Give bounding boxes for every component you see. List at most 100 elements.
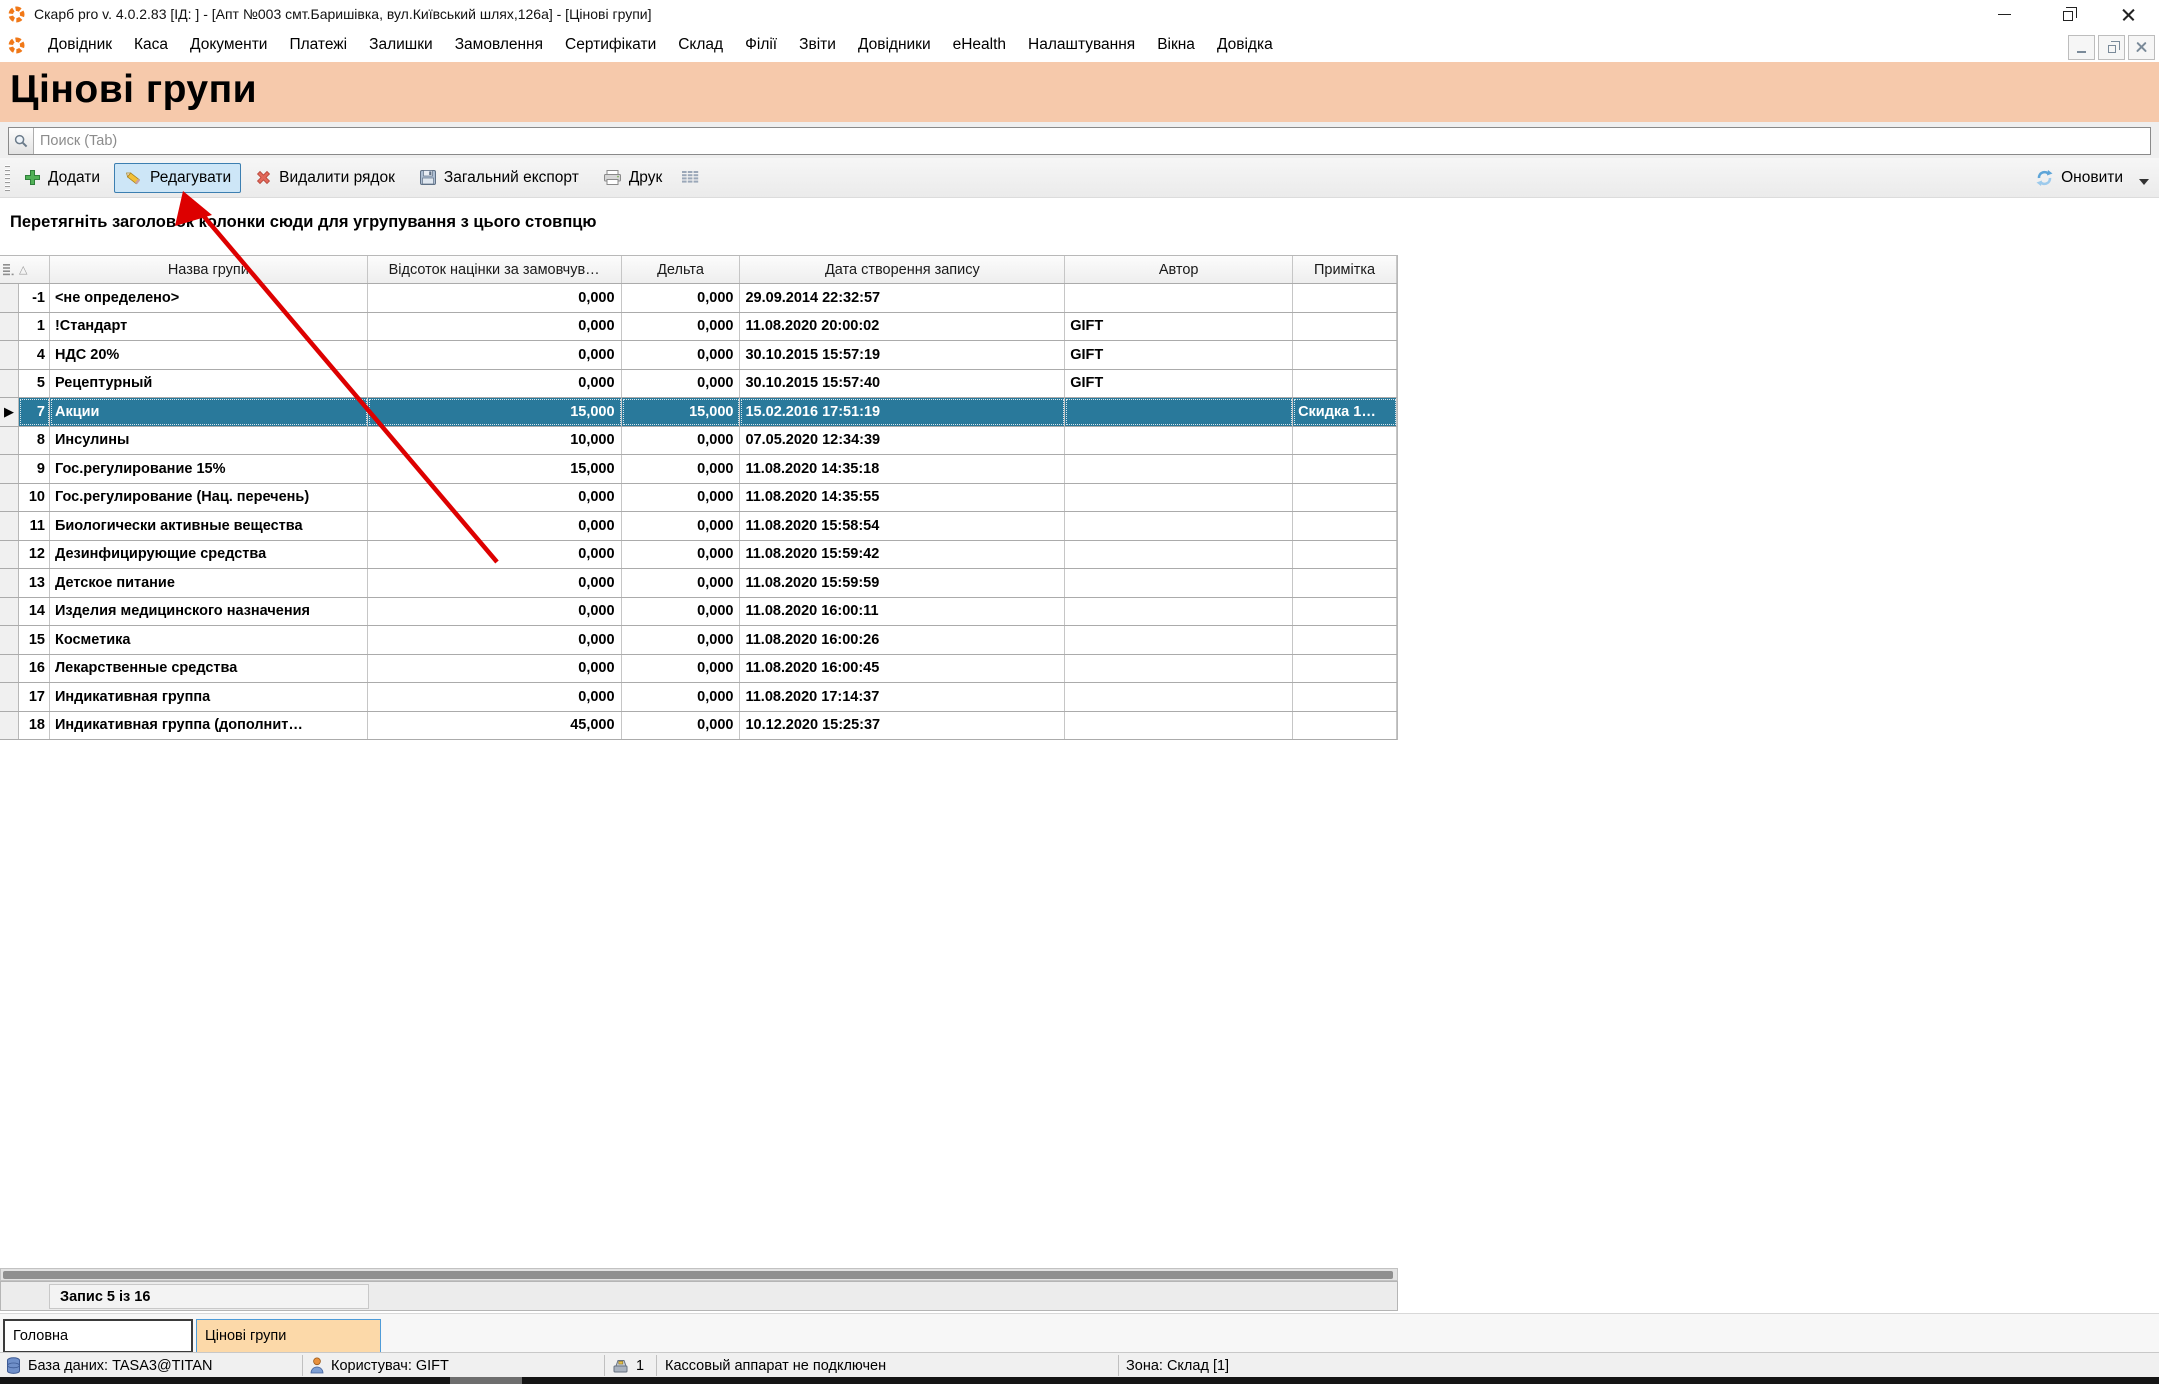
cell-note[interactable] <box>1293 512 1397 540</box>
cell-note[interactable] <box>1293 541 1397 569</box>
close-button[interactable] <box>2097 0 2159 28</box>
menu-item-3[interactable]: Документи <box>179 30 278 60</box>
cell-note[interactable] <box>1293 484 1397 512</box>
cell-id[interactable]: 18 <box>19 712 50 740</box>
toolbar-grip[interactable] <box>5 165 10 191</box>
cell-author[interactable] <box>1065 455 1293 483</box>
cell-delta[interactable]: 0,000 <box>622 598 741 626</box>
cell-id[interactable]: 12 <box>19 541 50 569</box>
column-header-markup[interactable]: Відсоток націнки за замовчув… <box>368 256 622 283</box>
refresh-dropdown-caret[interactable] <box>2139 179 2149 185</box>
column-header-note[interactable]: Примітка <box>1293 256 1397 283</box>
cell-markup[interactable]: 0,000 <box>368 484 622 512</box>
cell-id[interactable]: 9 <box>19 455 50 483</box>
mdi-restore-button[interactable] <box>2098 35 2125 60</box>
table-row[interactable]: 12Дезинфицирующие средства0,0000,00011.0… <box>0 541 1397 570</box>
cell-author[interactable] <box>1065 284 1293 312</box>
table-row[interactable]: 5Рецептурный0,0000,00030.10.2015 15:57:4… <box>0 370 1397 399</box>
cell-created[interactable]: 30.10.2015 15:57:19 <box>740 341 1065 369</box>
cell-name[interactable]: Дезинфицирующие средства <box>50 541 368 569</box>
cell-author[interactable] <box>1065 398 1293 426</box>
cell-created[interactable]: 30.10.2015 15:57:40 <box>740 370 1065 398</box>
table-row[interactable]: 9Гос.регулирование 15%15,0000,00011.08.2… <box>0 455 1397 484</box>
search-input[interactable]: Поиск (Tab) <box>8 127 2151 155</box>
cell-created[interactable]: 29.09.2014 22:32:57 <box>740 284 1065 312</box>
add-button[interactable]: Додати <box>14 163 110 193</box>
cell-note[interactable] <box>1293 455 1397 483</box>
table-row[interactable]: 17Индикативная группа0,0000,00011.08.202… <box>0 683 1397 712</box>
cell-created[interactable]: 11.08.2020 20:00:02 <box>740 313 1065 341</box>
menu-item-7[interactable]: Сертифікати <box>554 30 667 60</box>
cell-name[interactable]: Инсулины <box>50 427 368 455</box>
menu-item-5[interactable]: Залишки <box>358 30 444 60</box>
cell-author[interactable] <box>1065 598 1293 626</box>
cell-delta[interactable]: 0,000 <box>622 341 741 369</box>
cell-delta[interactable]: 0,000 <box>622 569 741 597</box>
print-button[interactable]: Друк <box>593 163 672 193</box>
table-row[interactable]: 16Лекарственные средства0,0000,00011.08.… <box>0 655 1397 684</box>
cell-delta[interactable]: 0,000 <box>622 484 741 512</box>
table-row[interactable]: 15Косметика0,0000,00011.08.2020 16:00:26 <box>0 626 1397 655</box>
cell-name[interactable]: <не определено> <box>50 284 368 312</box>
cell-id[interactable]: 7 <box>19 398 50 426</box>
table-row[interactable]: 4НДС 20%0,0000,00030.10.2015 15:57:19GIF… <box>0 341 1397 370</box>
cell-name[interactable]: Акции <box>50 398 368 426</box>
menu-item-12[interactable]: eHealth <box>942 30 1017 60</box>
cell-author[interactable] <box>1065 541 1293 569</box>
cell-id[interactable]: 10 <box>19 484 50 512</box>
column-header-author[interactable]: Автор <box>1065 256 1293 283</box>
cell-id[interactable]: 4 <box>19 341 50 369</box>
menu-item-2[interactable]: Каса <box>123 30 179 60</box>
cell-id[interactable]: 17 <box>19 683 50 711</box>
cell-id[interactable]: 8 <box>19 427 50 455</box>
menu-item-13[interactable]: Налаштування <box>1017 30 1146 60</box>
scrollbar-thumb[interactable] <box>3 1271 1393 1279</box>
cell-markup[interactable]: 0,000 <box>368 284 622 312</box>
cell-created[interactable]: 11.08.2020 16:00:26 <box>740 626 1065 654</box>
table-row[interactable]: 14Изделия медицинского назначения0,0000,… <box>0 598 1397 627</box>
menu-item-6[interactable]: Замовлення <box>444 30 554 60</box>
table-row[interactable]: -1<не определено>0,0000,00029.09.2014 22… <box>0 284 1397 313</box>
table-row[interactable]: 1!Стандарт0,0000,00011.08.2020 20:00:02G… <box>0 313 1397 342</box>
menu-item-8[interactable]: Склад <box>667 30 734 60</box>
cell-note[interactable] <box>1293 313 1397 341</box>
cell-created[interactable]: 11.08.2020 16:00:45 <box>740 655 1065 683</box>
cell-markup[interactable]: 0,000 <box>368 313 622 341</box>
cell-author[interactable] <box>1065 712 1293 740</box>
cell-id[interactable]: 13 <box>19 569 50 597</box>
menu-item-15[interactable]: Довідка <box>1206 30 1284 60</box>
cell-markup[interactable]: 15,000 <box>368 398 622 426</box>
cell-name[interactable]: Индикативная группа (дополнит… <box>50 712 368 740</box>
table-row[interactable]: ▶7Акции15,00015,00015.02.2016 17:51:19Ск… <box>0 398 1397 427</box>
menu-item-14[interactable]: Вікна <box>1146 30 1206 60</box>
cell-markup[interactable]: 0,000 <box>368 541 622 569</box>
table-row[interactable]: 10Гос.регулирование (Нац. перечень)0,000… <box>0 484 1397 513</box>
cell-created[interactable]: 11.08.2020 14:35:18 <box>740 455 1065 483</box>
cell-name[interactable]: Биологически активные вещества <box>50 512 368 540</box>
cell-delta[interactable]: 0,000 <box>622 427 741 455</box>
cell-created[interactable]: 10.12.2020 15:25:37 <box>740 712 1065 740</box>
cell-author[interactable] <box>1065 626 1293 654</box>
cell-author[interactable] <box>1065 655 1293 683</box>
cell-delta[interactable]: 0,000 <box>622 712 741 740</box>
cell-name[interactable]: Гос.регулирование (Нац. перечень) <box>50 484 368 512</box>
cell-id[interactable]: 5 <box>19 370 50 398</box>
tab-price-groups[interactable]: Цінові групи <box>196 1319 381 1353</box>
export-button[interactable]: Загальний експорт <box>409 163 589 193</box>
mdi-minimize-button[interactable] <box>2068 35 2095 60</box>
cell-created[interactable]: 11.08.2020 15:59:42 <box>740 541 1065 569</box>
restore-button[interactable] <box>2035 0 2097 28</box>
cell-name[interactable]: НДС 20% <box>50 341 368 369</box>
cell-delta[interactable]: 0,000 <box>622 512 741 540</box>
cell-delta[interactable]: 0,000 <box>622 683 741 711</box>
cell-created[interactable]: 11.08.2020 16:00:11 <box>740 598 1065 626</box>
cell-markup[interactable]: 0,000 <box>368 626 622 654</box>
cell-author[interactable]: GIFT <box>1065 370 1293 398</box>
column-header-delta[interactable]: Дельта <box>622 256 741 283</box>
cell-id[interactable]: 16 <box>19 655 50 683</box>
cell-id[interactable]: 14 <box>19 598 50 626</box>
cell-markup[interactable]: 0,000 <box>368 370 622 398</box>
cell-delta[interactable]: 0,000 <box>622 541 741 569</box>
cell-author[interactable] <box>1065 569 1293 597</box>
cell-markup[interactable]: 0,000 <box>368 569 622 597</box>
